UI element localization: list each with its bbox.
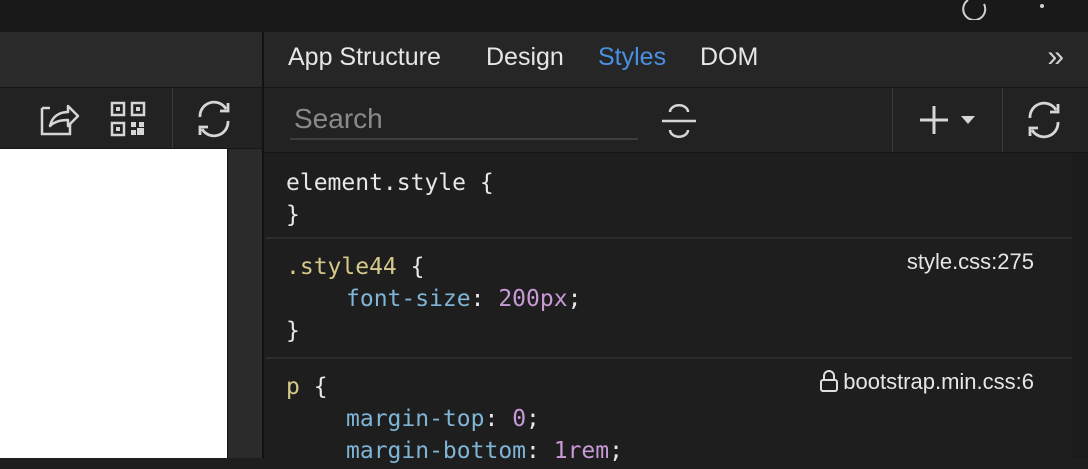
rule-source-link[interactable]: bootstrap.min.css:6 <box>819 369 1034 395</box>
inspector-panel: App Structure Design Styles DOM » Search… <box>262 32 1088 464</box>
tab-styles[interactable]: Styles <box>598 43 666 72</box>
declaration-property: margin-top <box>346 406 485 432</box>
preview-canvas[interactable] <box>0 149 227 458</box>
declaration-separator: : <box>470 286 499 312</box>
style-rule[interactable]: p { bootstrap.min.css:6 margin-top: 0; m… <box>266 359 1072 469</box>
declaration-end: ; <box>526 406 540 432</box>
add-icon[interactable] <box>918 104 950 136</box>
tab-app-structure[interactable]: App Structure <box>288 43 441 72</box>
declaration[interactable]: margin-bottom: 1rem; <box>346 435 623 467</box>
style-rule[interactable]: element.style { } <box>266 167 1072 239</box>
toolbar-divider <box>172 88 173 148</box>
more-vertical-icon[interactable] <box>1034 0 1050 16</box>
inspector-tabs: App Structure Design Styles DOM » <box>264 32 1088 88</box>
rule-source-link[interactable]: style.css:275 <box>907 249 1034 275</box>
refresh-icon[interactable] <box>194 99 234 139</box>
rule-open-brace: { <box>299 374 328 400</box>
share-icon[interactable] <box>36 98 80 138</box>
tab-dom[interactable]: DOM <box>700 43 758 72</box>
tab-design[interactable]: Design <box>486 43 564 72</box>
lock-icon <box>820 370 839 392</box>
declaration-value: 0 <box>512 406 527 432</box>
declaration-end: ; <box>567 286 582 312</box>
rule-close-brace: } <box>286 202 300 228</box>
scrollbar[interactable] <box>1072 153 1088 458</box>
rule-source-text: bootstrap.min.css:6 <box>843 369 1034 394</box>
rule-selector: .style44 <box>286 254 397 280</box>
more-tabs-icon[interactable]: » <box>1047 40 1064 74</box>
dropdown-caret-icon[interactable] <box>960 114 976 126</box>
styles-toolbar <box>264 88 1088 153</box>
declaration-property: margin-bottom <box>346 438 527 464</box>
panel-splitter[interactable] <box>227 149 263 458</box>
refresh-icon[interactable] <box>1024 100 1064 140</box>
left-panel-header <box>0 32 262 88</box>
moon-icon[interactable] <box>958 0 990 20</box>
declaration-separator: : <box>526 438 554 464</box>
declaration-value: 200px <box>498 286 568 312</box>
search-input[interactable] <box>290 100 638 140</box>
declaration-separator: : <box>484 406 513 432</box>
left-toolbar <box>0 88 262 149</box>
declaration-end: ; <box>609 438 623 464</box>
toolbar-divider <box>892 88 893 152</box>
declaration-property: font-size <box>346 286 471 312</box>
strikethrough-icon[interactable] <box>660 102 698 140</box>
rule-selector: element.style <box>286 170 467 196</box>
rule-open-brace: { <box>396 254 425 280</box>
declaration[interactable]: margin-top: 0; <box>346 403 540 435</box>
declaration[interactable]: font-size: 200px; <box>346 283 581 315</box>
toolbar-divider <box>1002 88 1003 152</box>
rule-selector: p <box>286 374 300 400</box>
declaration-value: 1rem <box>553 438 610 464</box>
style-rule[interactable]: .style44 { style.css:275 font-size: 200p… <box>266 239 1072 359</box>
title-bar <box>0 0 1088 32</box>
qr-code-icon[interactable] <box>110 101 146 137</box>
rule-open-brace: { <box>466 170 494 196</box>
rule-close-brace: } <box>286 318 300 344</box>
style-rules-list: element.style { } .style44 { style.css:2… <box>264 153 1072 464</box>
